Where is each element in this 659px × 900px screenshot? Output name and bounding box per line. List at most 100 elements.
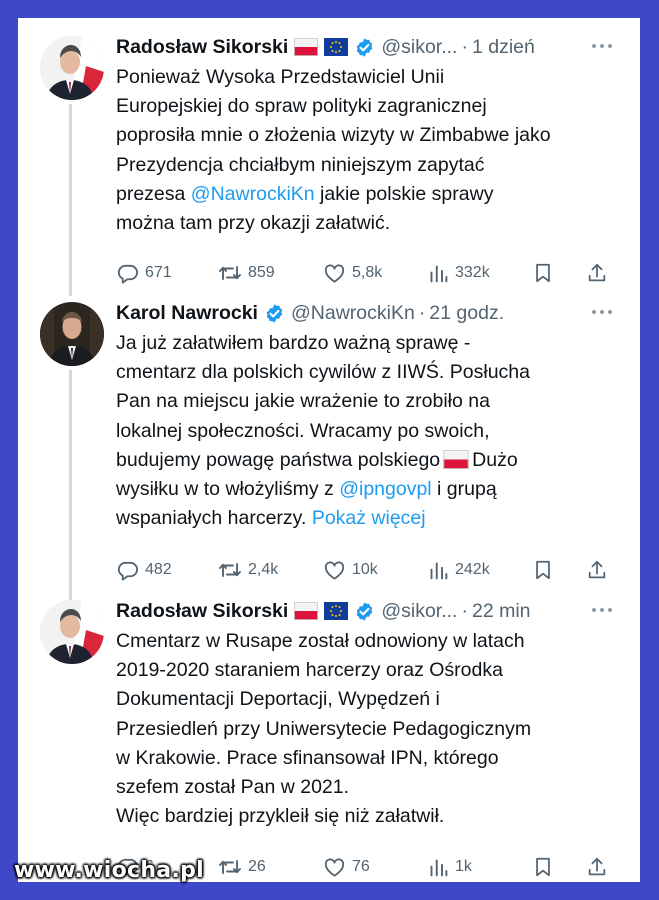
bookmark-icon — [532, 262, 554, 284]
tweet[interactable]: Radosław Sikorski @sikor... · 22 min Cme… — [18, 596, 640, 882]
share-button[interactable] — [586, 854, 608, 880]
author-handle[interactable]: @NawrockiKn — [291, 302, 415, 325]
text-line: wspaniałych harcerzy. Pokaż więcej — [116, 504, 626, 533]
eu-flag-icon — [324, 602, 348, 620]
views-count: 332k — [455, 264, 490, 281]
text-fragment: jakie polskie sprawy — [314, 182, 494, 205]
author-name[interactable]: Radosław Sikorski — [116, 600, 288, 623]
show-more-link[interactable]: Pokaż więcej — [312, 507, 426, 529]
author-name[interactable]: Karol Nawrocki — [116, 302, 258, 325]
reply-count: 482 — [145, 561, 172, 578]
separator-dot: · — [461, 599, 468, 622]
tweet-thread: Radosław Sikorski @sikor... · 1 dzień Po… — [18, 18, 640, 882]
timestamp[interactable]: 1 dzień — [472, 36, 535, 59]
share-icon — [586, 856, 608, 878]
avatar[interactable] — [40, 302, 104, 366]
avatar-image — [40, 36, 104, 100]
like-count: 10k — [352, 561, 378, 578]
repost-button[interactable]: 26 — [218, 854, 266, 880]
verified-badge-icon[interactable] — [354, 37, 375, 58]
reply-count: 671 — [145, 264, 172, 281]
text-line: Europejskiej do spraw polityki zagranicz… — [116, 95, 487, 118]
views-button[interactable]: 332k — [428, 260, 490, 286]
pl-flag-icon — [294, 602, 318, 620]
text-line: Pan na miejscu jakie wrażenie to zrobiło… — [116, 390, 490, 413]
reply-icon — [116, 559, 139, 582]
text-line: prezesa @NawrockiKn jakie polskie sprawy — [116, 180, 626, 209]
views-count: 1k — [455, 858, 472, 875]
text-fragment: i grupą — [431, 478, 497, 501]
text-line: cmentarz dla polskich cywilów z IIWŚ. Po… — [116, 361, 530, 384]
tweet-header: Radosław Sikorski @sikor... · 1 dzień — [116, 32, 596, 62]
text-line: 2019-2020 staraniem harcerzy oraz Ośrodk… — [116, 659, 503, 682]
tweet-actions: 482 2,4k 10k 242k — [116, 557, 616, 583]
share-button[interactable] — [586, 557, 608, 583]
bookmark-button[interactable] — [532, 854, 554, 880]
text-fragment: Dużo — [472, 448, 518, 471]
repost-button[interactable]: 2,4k — [218, 557, 278, 583]
watermark: www.wiocha.pl — [14, 858, 204, 883]
avatar[interactable] — [40, 36, 104, 100]
reply-button[interactable]: 671 — [116, 260, 172, 286]
repost-button[interactable]: 859 — [218, 260, 275, 286]
like-icon — [323, 856, 346, 879]
bookmark-button[interactable] — [532, 260, 554, 286]
views-icon — [428, 560, 449, 581]
views-button[interactable]: 1k — [428, 854, 472, 880]
like-icon — [323, 559, 346, 582]
like-button[interactable]: 10k — [323, 557, 378, 583]
separator-dot: · — [418, 301, 426, 324]
avatar-image — [40, 302, 104, 366]
avatar[interactable] — [40, 600, 104, 664]
text-fragment: wysiłku w to włożyliśmy z — [116, 478, 340, 501]
like-count: 5,8k — [352, 264, 383, 281]
more-options-icon[interactable] — [588, 304, 616, 320]
author-name[interactable]: Radosław Sikorski — [116, 36, 288, 59]
author-handle[interactable]: @sikor... — [381, 600, 457, 623]
bookmark-button[interactable] — [532, 557, 554, 583]
reply-button[interactable]: 482 — [116, 557, 172, 583]
text-fragment: prezesa — [116, 182, 191, 205]
views-button[interactable]: 242k — [428, 557, 490, 583]
like-button[interactable]: 5,8k — [323, 260, 382, 286]
bookmark-icon — [532, 856, 554, 878]
bookmark-icon — [532, 559, 554, 581]
verified-badge-icon[interactable] — [264, 303, 285, 324]
tweet-actions: 671 859 5,8k 332k — [116, 260, 616, 286]
tweet[interactable]: Radosław Sikorski @sikor... · 1 dzień Po… — [18, 32, 640, 282]
text-line: szefem został Pan w 2021. — [116, 776, 350, 799]
timestamp[interactable]: 21 godz. — [429, 302, 504, 325]
text-line: lokalnej społeczności. Wracamy po swoich… — [116, 419, 490, 442]
share-icon — [586, 262, 608, 284]
eu-flag-icon — [324, 38, 348, 56]
repost-count: 2,4k — [248, 561, 279, 578]
repost-icon — [218, 855, 242, 879]
more-options-icon[interactable] — [588, 38, 616, 54]
text-line: Ja już załatwiłem bardzo ważną sprawę - — [116, 332, 471, 354]
more-options-icon[interactable] — [588, 602, 616, 618]
separator-dot: · — [461, 35, 468, 58]
text-line: w Krakowie. Prace sfinansował IPN, które… — [116, 746, 499, 769]
repost-count: 26 — [248, 858, 266, 875]
like-button[interactable]: 76 — [323, 854, 370, 880]
tweet-text: Ja już załatwiłem bardzo ważną sprawę - … — [116, 329, 626, 533]
avatar-image — [40, 600, 104, 664]
text-line: budujemy powagę państwa polskiego Dużo — [116, 446, 626, 475]
mention-link[interactable]: @ipngovpl — [339, 478, 431, 500]
author-handle[interactable]: @sikor... — [381, 36, 457, 59]
repost-icon — [218, 261, 242, 285]
like-count: 76 — [352, 858, 370, 875]
text-line: Cmentarz w Rusape został odnowiony w lat… — [116, 630, 525, 652]
text-line: Prezydencja chciałbym niniejszym zapytać — [116, 153, 485, 176]
mention-link[interactable]: @NawrockiKn — [191, 183, 315, 205]
views-count: 242k — [455, 561, 490, 578]
verified-badge-icon[interactable] — [354, 601, 375, 622]
repost-icon — [218, 558, 242, 582]
text-line: poprosiła mnie o złożenia wizyty w Zimba… — [116, 124, 551, 147]
text-line: Dokumentacji Deportacji, Wypędzeń i — [116, 688, 440, 711]
timestamp[interactable]: 22 min — [472, 600, 531, 623]
tweet[interactable]: Karol Nawrocki @NawrockiKn · 21 godz. Ja… — [18, 298, 640, 598]
tweet-text: Ponieważ Wysoka Przedstawiciel Unii Euro… — [116, 63, 626, 238]
like-icon — [323, 262, 346, 285]
share-button[interactable] — [586, 260, 608, 286]
